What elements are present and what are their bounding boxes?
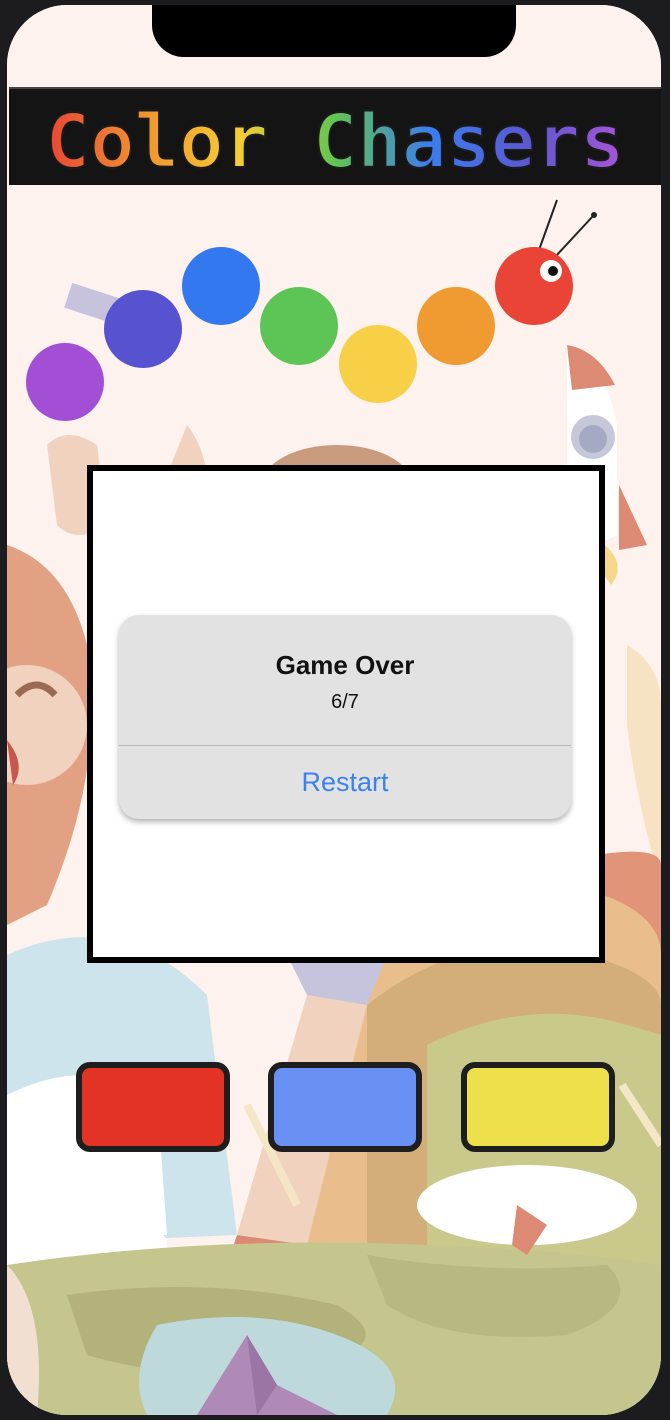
blue-color-button[interactable] (268, 1062, 422, 1152)
restart-button[interactable]: Restart (119, 746, 571, 819)
antenna (538, 199, 558, 251)
device-notch (152, 5, 516, 57)
antenna-tip (591, 212, 597, 218)
caterpillar-segment (182, 247, 260, 325)
title-banner: Color Chasers (9, 87, 661, 185)
score-text: 6/7 (331, 691, 359, 713)
caterpillar (26, 199, 597, 421)
caterpillar-segment (26, 343, 104, 421)
app-title: Color Chasers (45, 99, 624, 185)
app-title-logo: Color Chasers (44, 98, 625, 185)
caterpillar-head (495, 247, 573, 325)
red-color-button[interactable] (76, 1062, 230, 1152)
caterpillar-segment (104, 290, 182, 368)
alert-title: Game Over (275, 650, 415, 680)
alert-dialog: Game Over 6/7 Restart (119, 615, 571, 819)
caterpillar-segment (260, 287, 338, 365)
caterpillar-segment (339, 325, 417, 403)
antenna (554, 214, 595, 258)
caterpillar-pupil (548, 266, 558, 276)
caterpillar-segment (417, 287, 495, 365)
yellow-color-button[interactable] (461, 1062, 615, 1152)
phone-screen: Color Chasers Game Over 6/7 Restart (7, 5, 661, 1415)
game-over-modal: Game Over 6/7 Restart (87, 465, 605, 963)
